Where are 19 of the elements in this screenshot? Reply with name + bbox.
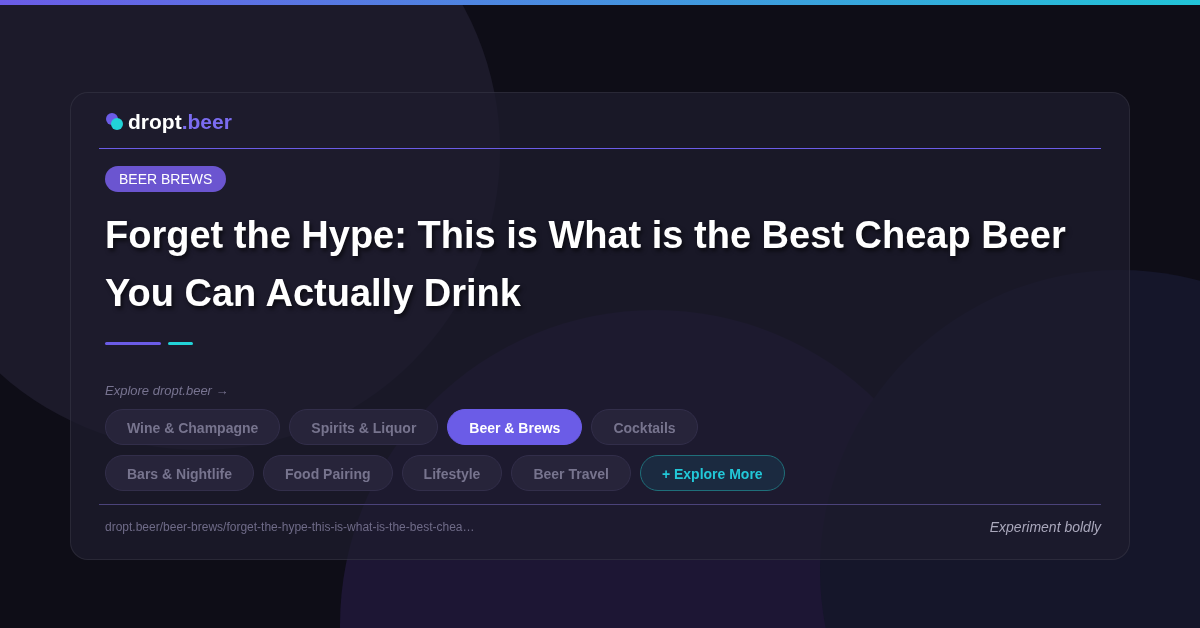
logo-dots-icon — [105, 112, 125, 132]
accent-bar — [168, 342, 193, 345]
category-pill[interactable]: Beer & Brews — [447, 409, 583, 445]
brand-suffix: .beer — [181, 110, 232, 134]
category-pill[interactable]: Food Pairing — [263, 455, 393, 491]
explore-label: Explore dropt.beer → — [105, 383, 230, 398]
brand-name: dropt — [128, 110, 182, 134]
category-pill[interactable]: Wine & Champagne — [105, 409, 281, 445]
tagline: Experiment boldly — [989, 519, 1101, 535]
category-badge: BEER BREWS — [105, 166, 227, 192]
category-pill[interactable]: Bars & Nightlife — [105, 455, 254, 491]
accent-bar — [105, 342, 161, 345]
category-pill[interactable]: Spirits & Liquor — [289, 409, 439, 445]
page-url: dropt.beer/beer-brews/forget-the-hype-this-is-what-is-the-best-chea… — [105, 520, 475, 534]
category-pill[interactable]: Beer Travel — [511, 455, 631, 491]
category-pill[interactable]: + Explore More — [639, 455, 785, 491]
category-pill[interactable]: Cocktails — [591, 409, 698, 445]
category-pill[interactable]: Lifestyle — [401, 455, 503, 491]
headline: Forget the Hype: This is What is the Best Cheap Beer You Can Actually Drink — [105, 213, 1067, 316]
